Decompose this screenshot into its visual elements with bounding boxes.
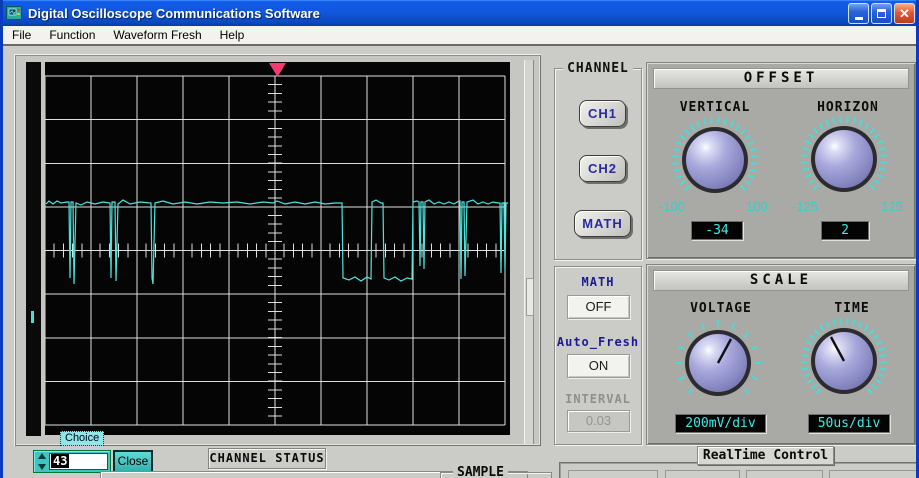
scope-grid bbox=[45, 76, 505, 425]
voltage-scale-label: VOLTAGE bbox=[666, 301, 776, 316]
menu-waveform-fresh[interactable]: Waveform Fresh bbox=[104, 26, 210, 44]
horizon-max-label: 125 bbox=[874, 199, 910, 214]
vertical-offset-readout[interactable]: -34 bbox=[691, 221, 743, 240]
choice-numeric-control: 43 bbox=[33, 450, 111, 473]
autofresh-toggle[interactable]: ON bbox=[567, 354, 630, 378]
vertical-indicator-marker[interactable] bbox=[31, 311, 34, 323]
close-dialog-button[interactable]: Close bbox=[113, 450, 153, 473]
horizon-offset-knob[interactable] bbox=[796, 111, 892, 207]
time-scale-readout[interactable]: 50us/div bbox=[808, 414, 890, 433]
interval-display: 0.03 bbox=[567, 410, 630, 432]
vertical-offset-knob[interactable] bbox=[667, 112, 763, 208]
voltage-scale-knob[interactable] bbox=[670, 315, 766, 411]
choice-spinner[interactable] bbox=[36, 453, 48, 470]
math-button[interactable]: MATH bbox=[574, 210, 631, 237]
scale-panel-title: SCALE bbox=[653, 270, 909, 291]
realtime-control-title: RealTime Control bbox=[697, 446, 834, 465]
horizon-offset-readout[interactable]: 2 bbox=[821, 221, 869, 240]
sample-group-title: SAMPLE bbox=[453, 465, 508, 478]
maximize-icon bbox=[877, 9, 886, 18]
minimize-button[interactable] bbox=[848, 3, 869, 24]
math-toggle[interactable]: OFF bbox=[567, 295, 630, 319]
minimize-icon bbox=[855, 17, 863, 20]
vertical-max-label: 100 bbox=[739, 199, 775, 214]
close-button[interactable]: ✕ bbox=[894, 3, 915, 24]
plot-scrollbar-handle[interactable] bbox=[526, 278, 534, 316]
math-label: MATH bbox=[554, 275, 642, 289]
time-scale-knob[interactable] bbox=[796, 313, 892, 409]
realtime-button-1[interactable] bbox=[568, 470, 658, 478]
menu-file[interactable]: File bbox=[3, 26, 40, 44]
title-bar: Digital Oscilloscope Communications Soft… bbox=[0, 0, 919, 26]
vertical-min-label: -100 bbox=[651, 199, 693, 214]
menu-function[interactable]: Function bbox=[40, 26, 104, 44]
spinner-down-icon[interactable] bbox=[38, 464, 46, 470]
choice-value-field[interactable]: 43 bbox=[49, 453, 108, 470]
menu-bar: File Function Waveform Fresh Help bbox=[3, 26, 916, 46]
ch2-button[interactable]: CH2 bbox=[579, 155, 626, 182]
window-title: Digital Oscilloscope Communications Soft… bbox=[28, 6, 320, 21]
scope-plot-area[interactable] bbox=[45, 62, 510, 435]
spinner-up-icon[interactable] bbox=[38, 453, 46, 459]
horizon-min-label: -125 bbox=[784, 199, 826, 214]
realtime-button-2[interactable] bbox=[665, 470, 740, 478]
plot-right-scrollbar[interactable] bbox=[524, 60, 534, 444]
app-window: Digital Oscilloscope Communications Soft… bbox=[0, 0, 919, 478]
autofresh-label: Auto_Fresh bbox=[549, 335, 647, 349]
vertical-indicator-track[interactable] bbox=[26, 62, 41, 436]
choice-tooltip: Choice bbox=[60, 431, 104, 446]
ch1-button[interactable]: CH1 bbox=[579, 100, 626, 127]
channel-status-label: CHANNEL STATUS bbox=[208, 448, 326, 469]
realtime-button-4[interactable] bbox=[829, 470, 919, 478]
close-icon: ✕ bbox=[899, 6, 910, 22]
offset-panel-title: OFFSET bbox=[653, 68, 909, 89]
channel-group-title: CHANNEL bbox=[563, 61, 633, 76]
interval-label: INTERVAL bbox=[554, 392, 642, 406]
menu-help[interactable]: Help bbox=[211, 26, 254, 44]
trigger-marker[interactable] bbox=[269, 63, 286, 77]
maximize-button[interactable] bbox=[871, 3, 892, 24]
app-icon bbox=[6, 5, 22, 21]
voltage-scale-readout[interactable]: 200mV/div bbox=[675, 414, 766, 433]
realtime-button-3[interactable] bbox=[746, 470, 823, 478]
